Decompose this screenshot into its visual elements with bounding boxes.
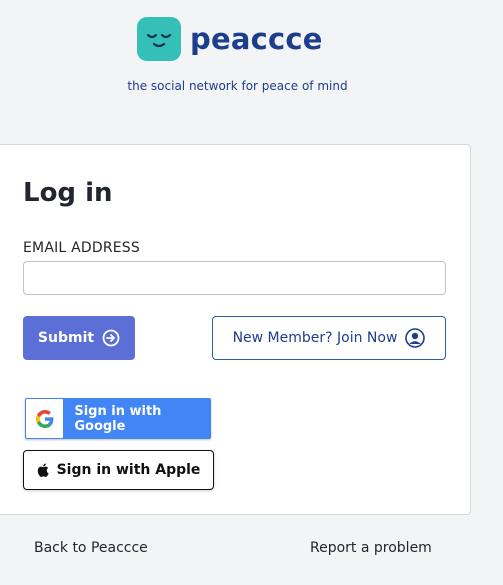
report-problem-link[interactable]: Report a problem xyxy=(310,540,432,556)
join-now-button[interactable]: New Member? Join Now xyxy=(212,316,446,360)
apple-signin-button[interactable]: Sign in with Apple xyxy=(23,450,214,490)
email-label: EMAIL ADDRESS xyxy=(23,240,140,256)
join-now-label: New Member? Join Now xyxy=(232,330,398,346)
brand-header: peaccce xyxy=(137,17,323,61)
back-to-home-link[interactable]: Back to Peaccce xyxy=(34,540,148,556)
email-field[interactable] xyxy=(23,261,446,295)
brand-name: peaccce xyxy=(190,22,323,56)
google-signin-label: Sign in with Google xyxy=(74,403,162,434)
arrow-right-circle-icon xyxy=(102,329,120,347)
apple-icon xyxy=(37,463,49,477)
apple-signin-label: Sign in with Apple xyxy=(56,462,201,478)
google-icon xyxy=(26,399,64,438)
page-title: Log in xyxy=(23,178,113,208)
user-avatar-icon xyxy=(405,328,426,348)
submit-button[interactable]: Submit xyxy=(23,316,135,360)
tagline: the social network for peace of mind xyxy=(127,79,348,93)
logo-icon xyxy=(137,17,181,61)
submit-button-label: Submit xyxy=(37,330,95,346)
google-signin-button[interactable]: Sign in with Google xyxy=(25,398,211,439)
